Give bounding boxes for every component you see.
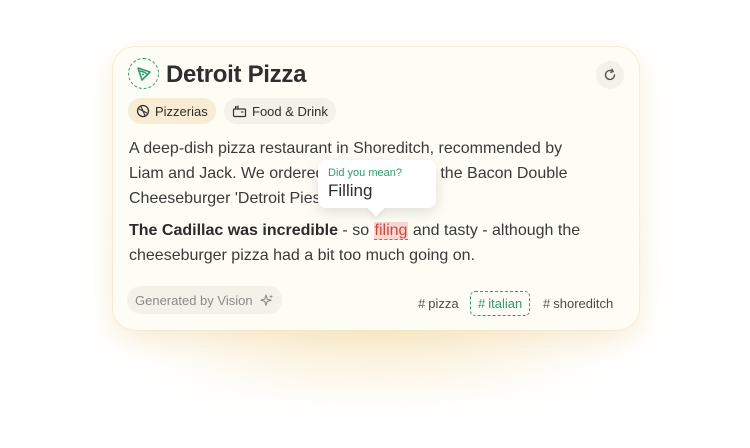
tag-pizza[interactable]: # pizza [418, 292, 459, 314]
generated-by-badge: Generated by Vision [127, 286, 282, 314]
generated-label: Generated by Vision [135, 292, 253, 308]
tag-label: shoreditch [553, 295, 614, 311]
refresh-button[interactable] [596, 61, 624, 89]
pizza-slice-icon [128, 58, 159, 89]
tag-italian[interactable]: # italian [470, 291, 531, 316]
hash-icon: # [418, 295, 426, 311]
tag-shoreditch[interactable]: # shoreditch [543, 292, 613, 314]
misspelled-word[interactable]: filing [373, 222, 409, 240]
category-label: Pizzerias [155, 103, 208, 119]
tag-label: pizza [428, 295, 459, 311]
tag-label: italian [488, 296, 523, 311]
pizza-icon [136, 104, 150, 118]
spellcheck-label: Did you mean? [328, 167, 402, 179]
spellcheck-suggestion[interactable]: Filling [328, 180, 426, 202]
hash-icon: # [478, 296, 486, 311]
category-label: Food & Drink [252, 103, 328, 119]
spellcheck-tooltip: Did you mean? Filling [318, 160, 436, 217]
restaurant-icon [232, 105, 247, 118]
hash-icon: # [543, 295, 551, 311]
refresh-icon [604, 68, 616, 81]
category-chip-food-drink[interactable]: Food & Drink [224, 98, 336, 124]
place-title: Detroit Pizza [166, 61, 307, 88]
category-chip-pizzerias[interactable]: Pizzerias [128, 98, 216, 124]
bold-text: The Cadillac was incredible [129, 222, 338, 239]
sparkles-icon [260, 293, 273, 306]
description-paragraph-2: The Cadillac was incredible - so filing … [129, 222, 581, 264]
